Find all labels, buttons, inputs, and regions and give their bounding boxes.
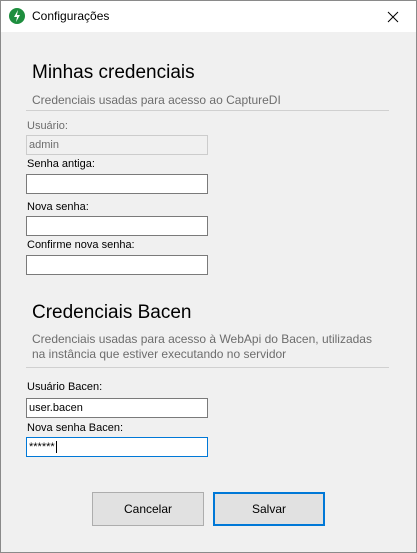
section-divider [26, 110, 389, 111]
bacen-password-field[interactable]: ****** [26, 437, 208, 457]
my-credentials-description: Credenciais usadas para acesso ao Captur… [32, 93, 281, 107]
old-password-field[interactable] [26, 174, 208, 194]
confirm-password-field[interactable] [26, 255, 208, 275]
bacen-user-field[interactable]: user.bacen [26, 398, 208, 418]
window-title: Configurações [32, 9, 110, 23]
user-field: admin [26, 135, 208, 155]
my-credentials-title: Minhas credenciais [32, 62, 195, 83]
cancel-button[interactable]: Cancelar [92, 492, 204, 526]
bacen-user-label: Usuário Bacen: [27, 381, 103, 393]
section-divider [26, 367, 389, 368]
title-bar: Configurações [1, 1, 416, 32]
dialog-content: Minhas credenciais Credenciais usadas pa… [1, 32, 416, 552]
text-caret [55, 441, 57, 454]
new-password-label: Nova senha: [27, 201, 89, 213]
user-label: Usuário: [27, 120, 68, 132]
bacen-credentials-title: Credenciais Bacen [32, 302, 192, 323]
new-password-field[interactable] [26, 216, 208, 236]
bacen-password-value: ****** [29, 441, 55, 453]
close-icon [387, 11, 399, 22]
bacen-credentials-description-line2: na instância que estiver executando no s… [32, 347, 287, 361]
settings-dialog: Configurações Minhas credenciais Credenc… [0, 0, 417, 553]
capture-app-icon [9, 8, 25, 24]
confirm-password-label: Confirme nova senha: [27, 239, 135, 251]
old-password-label: Senha antiga: [27, 158, 95, 170]
close-button[interactable] [370, 1, 416, 32]
bacen-password-label: Nova senha Bacen: [27, 422, 124, 434]
save-button[interactable]: Salvar [213, 492, 325, 526]
